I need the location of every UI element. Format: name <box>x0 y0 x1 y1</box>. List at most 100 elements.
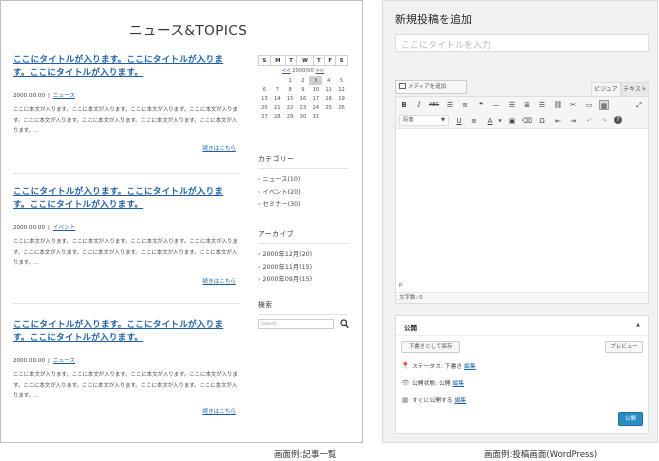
calendar-next-link[interactable]: >> <box>315 68 324 74</box>
edit-visibility-link[interactable]: 編集 <box>452 381 464 387</box>
calendar-day[interactable]: 9 <box>297 85 310 94</box>
tab-visual[interactable]: ビジュアル <box>591 82 621 107</box>
outdent-icon[interactable]: ⇤ <box>553 116 563 126</box>
content-editor[interactable]: B I ABC ☰ ≡ ❝ — ☰ ≣ ☰ ⛓ ✂ ▭ ▦ ⤢ 段落 ▼ U ≡ … <box>395 96 649 304</box>
calendar-day[interactable]: 6 <box>258 85 271 94</box>
post-category-link[interactable]: イベント <box>53 225 75 231</box>
link-icon[interactable]: ⛓ <box>553 100 563 110</box>
undo-icon[interactable]: ↶ <box>584 116 594 126</box>
read-more-link[interactable]: 続きはこちら <box>202 144 236 152</box>
text-color-icon[interactable]: A <box>485 116 495 126</box>
numbered-list-icon[interactable]: ≡ <box>460 100 470 110</box>
calendar-day[interactable]: 24 <box>309 103 322 112</box>
schedule-label: すぐに公開する <box>412 398 453 404</box>
calendar-day[interactable]: 14 <box>271 94 284 103</box>
align-right-icon[interactable]: ☰ <box>537 100 547 110</box>
post-category-link[interactable]: ニュース <box>53 358 75 364</box>
calendar-day[interactable]: 31 <box>309 112 322 121</box>
edit-schedule-link[interactable]: 編集 <box>454 398 466 404</box>
calendar-day[interactable]: 3 <box>309 76 323 85</box>
category-link[interactable]: ニュース(10) <box>258 174 348 187</box>
format-select[interactable]: 段落 ▼ <box>399 115 449 126</box>
search-input[interactable]: Search <box>258 319 334 329</box>
post-title-input[interactable]: ここにタイトルを入力 <box>395 34 649 52</box>
align-center-icon[interactable]: ≣ <box>522 100 532 110</box>
calendar-day[interactable]: 18 <box>322 94 335 103</box>
calendar-day[interactable]: 10 <box>309 85 322 94</box>
unlink-icon[interactable]: ✂ <box>568 100 578 110</box>
search-icon[interactable] <box>340 319 349 329</box>
indent-icon[interactable]: ⇥ <box>568 116 578 126</box>
calendar-day[interactable]: 17 <box>309 94 322 103</box>
calendar-day[interactable]: 30 <box>297 112 310 121</box>
bullet-list-icon[interactable]: ☰ <box>445 100 455 110</box>
publish-heading: 公開 <box>404 324 417 332</box>
category-link[interactable]: セミナー(30) <box>258 199 348 212</box>
redo-icon[interactable]: ↷ <box>599 116 609 126</box>
post-title-link[interactable]: ここにタイトルが入ります。ここにタイトルが入ります。ここにタイトルが入ります。 <box>13 54 239 80</box>
color-dropdown-icon[interactable]: ▼ <box>495 116 505 126</box>
justify-icon[interactable]: ≡ <box>469 116 479 126</box>
calendar-day[interactable]: 26 <box>335 103 348 112</box>
calendar-day[interactable]: 12 <box>335 85 348 94</box>
bold-icon[interactable]: B <box>399 100 409 110</box>
calendar-day[interactable]: 13 <box>258 94 271 103</box>
calendar-day[interactable]: 22 <box>284 103 297 112</box>
category-link[interactable]: イベント(20) <box>258 187 348 200</box>
calendar-day[interactable]: 29 <box>284 112 297 121</box>
site-title: ニュース&TOPICS <box>129 23 248 39</box>
read-more-tag-icon[interactable]: ▭ <box>584 100 594 110</box>
post-date: 2000.00.00 <box>13 225 46 231</box>
publish-button[interactable]: 公開 <box>618 412 643 426</box>
calendar-day[interactable]: 21 <box>271 103 284 112</box>
underline-icon[interactable]: U <box>454 116 464 126</box>
edit-status-link[interactable]: 編集 <box>464 364 476 370</box>
preview-button[interactable]: プレビュー <box>605 341 643 353</box>
search-widget: 検索 <box>258 299 348 315</box>
strikethrough-icon[interactable]: ABC <box>429 100 439 110</box>
clear-formatting-icon[interactable]: ⌫ <box>522 116 532 126</box>
italic-icon[interactable]: I <box>414 100 424 110</box>
calendar-day[interactable]: 25 <box>322 103 335 112</box>
calendar-day[interactable]: 7 <box>271 85 284 94</box>
post-title-link[interactable]: ここにタイトルが入ります。ここにタイトルが入ります。ここにタイトルが入ります。 <box>13 319 239 345</box>
calendar-day[interactable]: 4 <box>322 76 335 85</box>
add-media-button[interactable]: メディアを追加 <box>395 80 467 94</box>
archive-link[interactable]: 2000年12月(20) <box>258 249 348 262</box>
read-more-link[interactable]: 続きはこちら <box>202 277 236 285</box>
calendar-day[interactable]: 16 <box>297 94 310 103</box>
calendar-day[interactable]: 5 <box>335 76 348 85</box>
media-icon <box>399 83 406 89</box>
calendar-day[interactable]: 2 <box>297 76 310 85</box>
calendar-days: 1 2 3 4 5 6 7 8 9 10 11 12 13 14 15 16 17 18 19 20 21 22 23 24 2… <box>258 76 348 121</box>
paste-as-text-icon[interactable]: ▣ <box>507 116 517 126</box>
archive-link[interactable]: 2000年11月(15) <box>258 262 348 275</box>
calendar-day[interactable]: 28 <box>271 112 284 121</box>
calendar-day[interactable]: 1 <box>284 76 297 85</box>
fullscreen-icon[interactable]: ⤢ <box>634 100 644 110</box>
align-left-icon[interactable]: ☰ <box>507 100 517 110</box>
collapse-icon[interactable]: ▲ <box>636 322 640 328</box>
blockquote-icon[interactable]: ❝ <box>476 100 486 110</box>
post-divider <box>13 303 239 304</box>
help-icon[interactable]: ? <box>614 116 622 124</box>
special-character-icon[interactable]: Ω <box>537 116 547 126</box>
post-category-link[interactable]: ニュース <box>53 93 75 99</box>
post-title-link[interactable]: ここにタイトルが入ります。ここにタイトルが入ります。ここにタイトルが入ります。 <box>13 186 239 212</box>
archive-link[interactable]: 2000年09月(15) <box>258 274 348 287</box>
editor-path: p <box>399 282 403 288</box>
horizontal-line-icon[interactable]: — <box>491 100 501 110</box>
calendar-day[interactable]: 20 <box>258 103 271 112</box>
calendar-day[interactable]: 27 <box>258 112 271 121</box>
save-draft-button[interactable]: 下書きとして保存 <box>401 341 460 353</box>
toolbar-toggle-icon[interactable]: ▦ <box>599 100 609 110</box>
calendar-day[interactable]: 19 <box>335 94 348 103</box>
read-more-link[interactable]: 続きはこちら <box>202 407 236 415</box>
pin-icon: 📍 <box>401 362 410 370</box>
calendar-day[interactable]: 23 <box>297 103 310 112</box>
calendar-day[interactable]: 11 <box>322 85 335 94</box>
calendar-day[interactable]: 8 <box>284 85 297 94</box>
tab-text[interactable]: テキスト <box>621 82 649 96</box>
calendar-prev-link[interactable]: << <box>282 68 291 74</box>
calendar-day[interactable]: 15 <box>284 94 297 103</box>
